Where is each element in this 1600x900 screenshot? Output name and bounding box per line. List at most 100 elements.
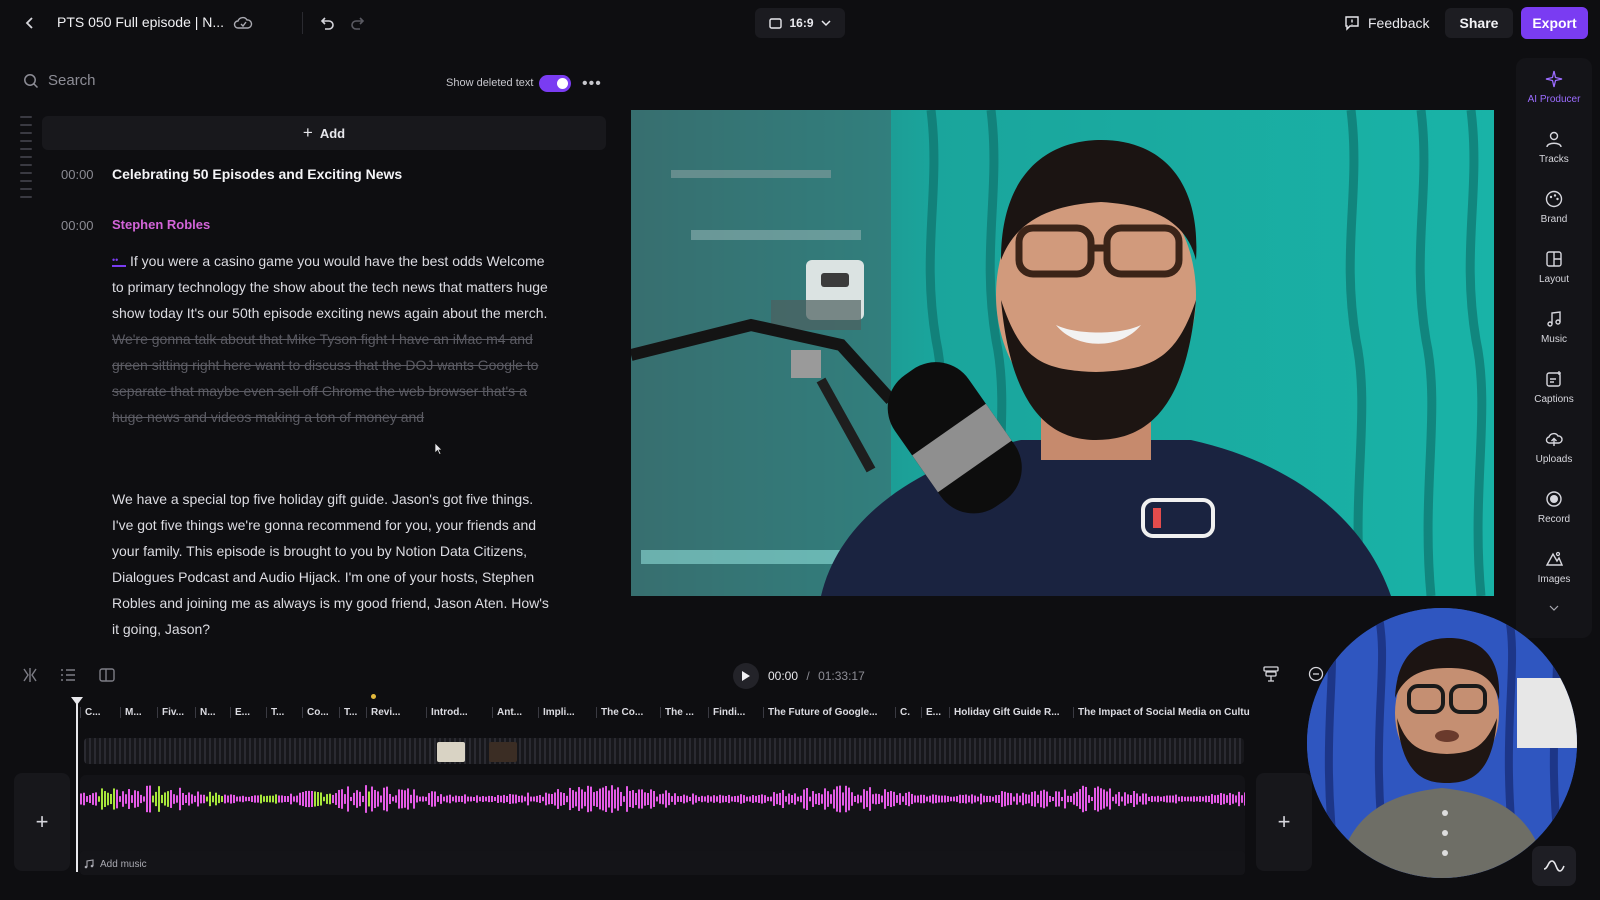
sidebar-item-captions[interactable]: Captions — [1516, 360, 1592, 414]
sidebar-item-uploads[interactable]: Uploads — [1516, 420, 1592, 474]
waveform-bar — [905, 792, 907, 806]
chapter-marker[interactable]: M... — [120, 707, 142, 718]
waveform-bar — [197, 791, 199, 807]
play-button[interactable] — [733, 663, 759, 689]
music-track[interactable] — [80, 851, 1245, 875]
waveform-bar — [1202, 796, 1204, 802]
chapter-marker[interactable]: The Future of Google... — [763, 707, 877, 718]
transcript-minimap[interactable] — [20, 116, 32, 204]
chapter-marker[interactable]: T... — [339, 707, 357, 718]
video-preview[interactable] — [631, 110, 1494, 596]
aspect-ratio-select[interactable]: 16:9 — [755, 8, 845, 38]
timeline-marker[interactable] — [371, 694, 376, 699]
sidebar-item-record[interactable]: Record — [1516, 480, 1592, 534]
export-button[interactable]: Export — [1521, 7, 1588, 39]
chapter-marker[interactable]: The ... — [660, 707, 694, 718]
chapter-marker[interactable]: The Co... — [596, 707, 643, 718]
playhead[interactable] — [76, 702, 78, 872]
waveform-bar — [1211, 794, 1213, 804]
undo-icon[interactable] — [316, 12, 338, 34]
waveform-bar — [1037, 794, 1039, 804]
feedback-button[interactable]: Feedback — [1344, 8, 1429, 38]
transcript-text[interactable]: We have a special top five holiday gift … — [112, 491, 549, 637]
waveform-bar — [1220, 793, 1222, 805]
waveform-bar — [1124, 792, 1126, 806]
chapter-marker[interactable]: The Impact of Social Media on Cultural .… — [1073, 707, 1250, 718]
waveform-bar — [737, 795, 739, 803]
transcript-text[interactable]: If you were a casino game you would have… — [112, 253, 548, 321]
waveform-bar — [161, 794, 163, 804]
chapter-marker[interactable]: N... — [195, 707, 216, 718]
chapter-marker[interactable]: Fiv... — [157, 707, 184, 718]
sidebar-item-layout[interactable]: Layout — [1516, 240, 1592, 294]
waveform-bar — [329, 793, 331, 805]
image-clip-thumbnail[interactable] — [437, 742, 465, 762]
audio-wave-button[interactable] — [1532, 846, 1576, 886]
chapter-marker[interactable]: Findi... — [708, 707, 745, 718]
waveform-bar — [83, 792, 85, 806]
waveform-bar — [266, 795, 268, 803]
deleted-transcript-text[interactable]: We're gonna talk about that Mike Tyson f… — [112, 331, 538, 425]
chapter-marker[interactable]: Holiday Gift Guide R... — [949, 707, 1060, 718]
back-chevron-icon[interactable] — [20, 13, 40, 33]
waveform-bar — [809, 796, 811, 802]
waveform-bar — [260, 794, 262, 804]
chapter-marker[interactable]: T... — [266, 707, 284, 718]
add-clip-end-button[interactable]: + — [1256, 773, 1312, 871]
auto-chapters-icon[interactable] — [1263, 666, 1279, 687]
speaker-name[interactable]: Stephen Robles — [112, 217, 210, 232]
image-clip-thumbnail[interactable] — [489, 742, 517, 762]
project-title[interactable]: PTS 050 Full episode | N... — [57, 14, 224, 30]
waveform-bar — [1127, 794, 1129, 804]
search-field[interactable]: Search — [23, 72, 96, 89]
waveform-bar — [698, 796, 700, 802]
add-button[interactable]: + Add — [42, 116, 606, 150]
waveform-bar — [122, 791, 124, 807]
redo-icon[interactable] — [347, 12, 369, 34]
split-icon[interactable] — [22, 668, 38, 687]
tracks-icon — [1546, 131, 1562, 147]
chapter-marker[interactable]: Ant... — [492, 707, 522, 718]
transcript-paragraph-2[interactable]: We have a special top five holiday gift … — [112, 486, 552, 642]
waveform-bar — [155, 791, 157, 807]
panel-icon[interactable] — [99, 668, 115, 687]
cloud-sync-icon[interactable] — [232, 12, 254, 34]
waveform-bar — [938, 795, 940, 803]
time-separator: / — [806, 669, 810, 683]
sidebar-item-ai-producer[interactable]: AI Producer — [1516, 60, 1592, 114]
waveform-bar — [752, 794, 754, 804]
show-deleted-toggle[interactable] — [539, 75, 571, 92]
add-music-button[interactable]: Add music — [84, 855, 147, 873]
chapter-marker[interactable]: Impli... — [538, 707, 575, 718]
chapter-marker[interactable]: C. — [895, 707, 910, 718]
add-clip-start-button[interactable]: + — [14, 773, 70, 871]
waveform-bar — [269, 795, 271, 803]
palette-icon — [1545, 190, 1563, 207]
chapter-timestamp[interactable]: 00:00 — [61, 167, 94, 182]
sidebar-item-music[interactable]: Music — [1516, 300, 1592, 354]
speaker-timestamp[interactable]: 00:00 — [61, 218, 94, 233]
sidebar-item-images[interactable]: Images — [1516, 540, 1592, 594]
chapter-marker[interactable]: E... — [921, 707, 941, 718]
sidebar-expand-button[interactable] — [1516, 592, 1592, 624]
list-icon[interactable] — [60, 668, 76, 687]
waveform-bar — [107, 792, 109, 806]
sidebar-item-tracks[interactable]: Tracks — [1516, 120, 1592, 174]
chapter-marker[interactable]: Co... — [302, 707, 329, 718]
waveform-bar — [1088, 795, 1090, 803]
chapter-marker[interactable]: E... — [230, 707, 250, 718]
chapter-title[interactable]: Celebrating 50 Episodes and Exciting New… — [112, 166, 402, 182]
share-button[interactable]: Share — [1445, 8, 1513, 38]
chapter-marker[interactable]: C... — [80, 707, 101, 718]
chapter-marker[interactable]: Revi... — [366, 707, 400, 718]
waveform-bar — [458, 796, 460, 802]
sidebar-item-brand[interactable]: Brand — [1516, 180, 1592, 234]
waveform-bar — [401, 789, 403, 809]
transcript-paragraph[interactable]: •• If you were a casino game you would ha… — [112, 248, 552, 430]
waveform-bar — [479, 796, 481, 802]
waveform-bar — [410, 794, 412, 804]
waveform-bar — [725, 796, 727, 802]
more-options-icon[interactable]: ••• — [582, 75, 602, 93]
chapter-marker[interactable]: Introd... — [426, 707, 468, 718]
video-track[interactable] — [84, 738, 1244, 764]
